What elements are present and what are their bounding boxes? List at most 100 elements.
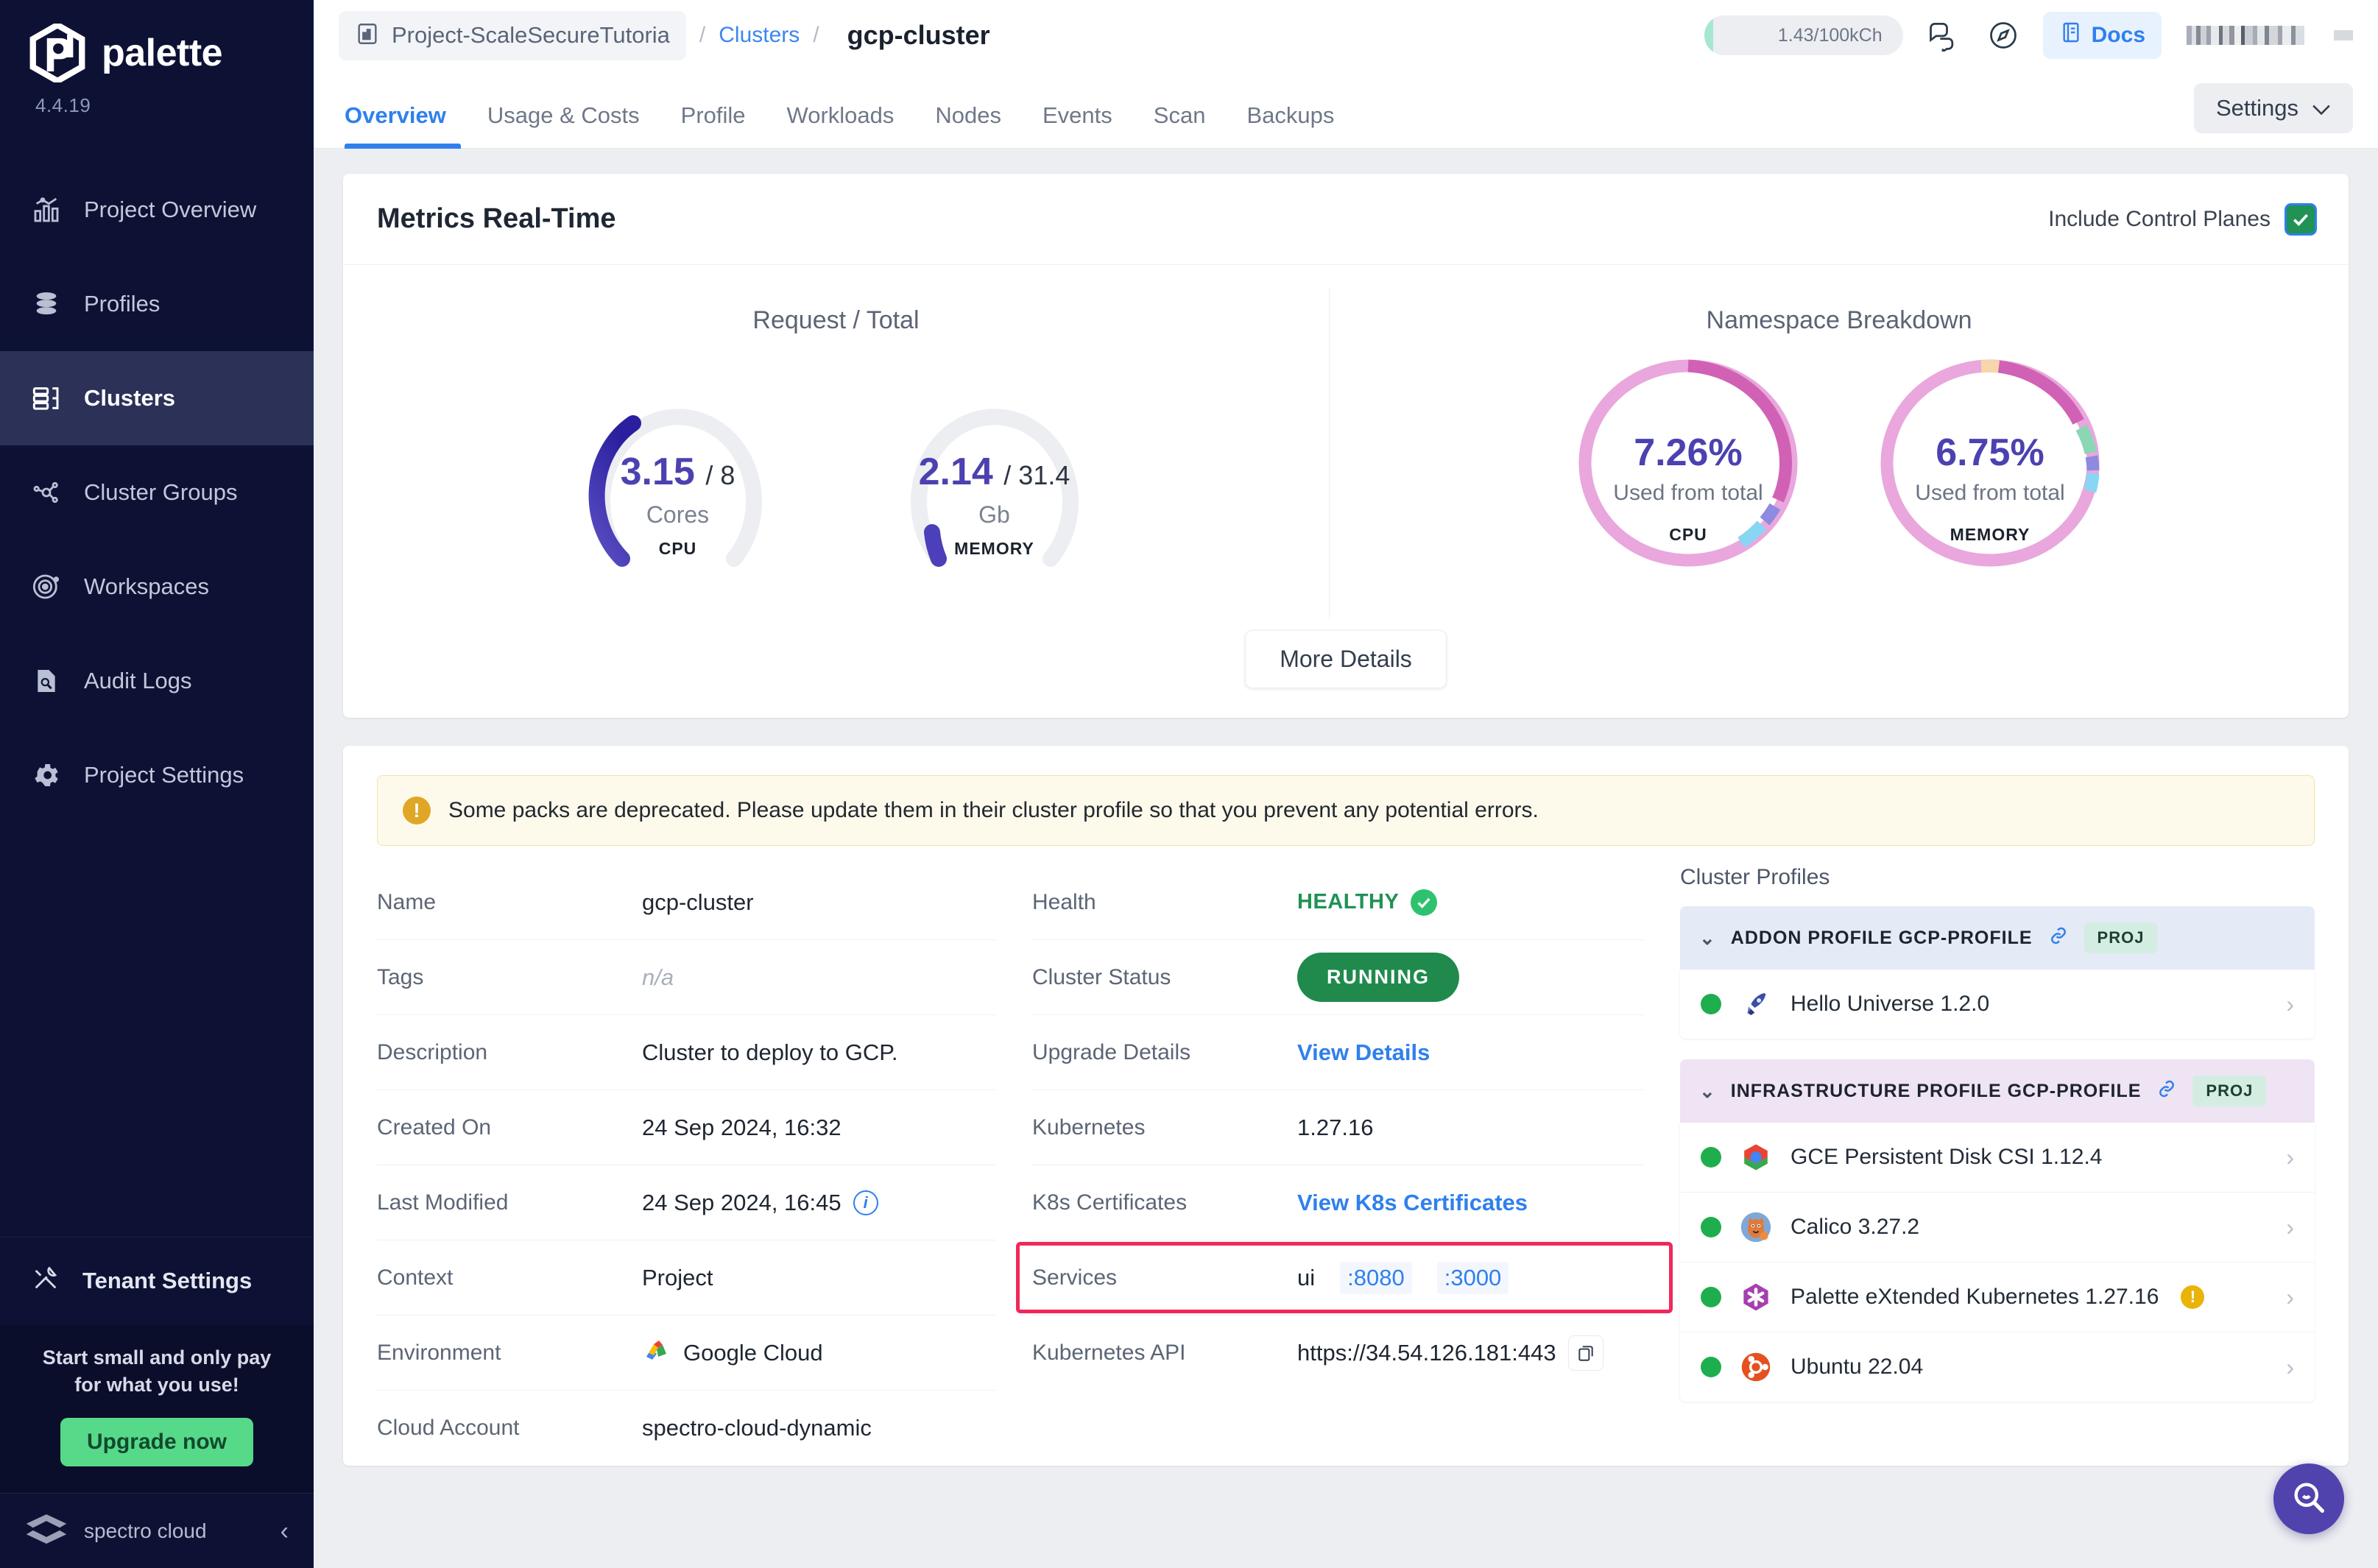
detail-value: 24 Sep 2024, 16:32 bbox=[642, 1115, 842, 1141]
detail-key: Kubernetes bbox=[1032, 1115, 1297, 1140]
sidebar-item-audit-logs[interactable]: Audit Logs bbox=[0, 634, 314, 728]
warning-exclamation-icon: ! bbox=[403, 797, 431, 824]
more-details-button[interactable]: More Details bbox=[1245, 630, 1447, 688]
donut-memory-readout: 6.75% Used from total MEMORY bbox=[1872, 431, 2108, 545]
sidebar-nav: Project Overview Profiles Clusters bbox=[0, 163, 314, 822]
spectro-cloud-name: spectro cloud bbox=[84, 1519, 207, 1543]
service-port-8080[interactable]: :8080 bbox=[1340, 1262, 1412, 1294]
sidebar-item-project-settings[interactable]: Project Settings bbox=[0, 728, 314, 822]
detail-key: Environment bbox=[377, 1341, 642, 1366]
sidebar-item-cluster-groups[interactable]: Cluster Groups bbox=[0, 445, 314, 540]
tab-overview[interactable]: Overview bbox=[339, 102, 467, 148]
tab-workloads[interactable]: Workloads bbox=[766, 102, 915, 148]
page-title: gcp-cluster bbox=[847, 20, 990, 51]
detail-row-context: Context Project bbox=[377, 1240, 995, 1316]
chevron-right-icon[interactable]: › bbox=[2286, 1214, 2294, 1241]
cluster-profile-pack-name: Palette eXtended Kubernetes 1.27.16 bbox=[1790, 1285, 2159, 1310]
include-control-planes-toggle[interactable]: Include Control Planes bbox=[2048, 205, 2315, 233]
tab-profile[interactable]: Profile bbox=[660, 102, 766, 148]
request-total-section: Request / Total bbox=[343, 287, 1330, 618]
document-search-icon bbox=[31, 665, 62, 696]
gauge-memory: 2.14 / 31.4 Gb MEMORY bbox=[873, 361, 1116, 593]
link-icon[interactable] bbox=[2047, 925, 2070, 952]
breadcrumb-clusters-link[interactable]: Clusters bbox=[719, 23, 800, 48]
credits-value: 1.43/100kCh bbox=[1778, 25, 1883, 46]
credits-pill[interactable]: 1.43/100kCh bbox=[1704, 15, 1903, 55]
detail-value-wrap: https://34.54.126.181:443 bbox=[1297, 1335, 1603, 1371]
breadcrumb-separator-1: / bbox=[699, 23, 705, 48]
top-bar-right: 1.43/100kCh bbox=[1704, 12, 2353, 59]
sidebar-item-clusters[interactable]: Clusters bbox=[0, 351, 314, 445]
namespace-breakdown-title: Namespace Breakdown bbox=[1330, 306, 2349, 335]
more-details-wrapper: More Details bbox=[343, 618, 2349, 718]
detail-value: Project bbox=[642, 1265, 713, 1291]
gauge-group: 3.15 / 8 Cores CPU bbox=[343, 361, 1329, 593]
chevron-right-icon[interactable]: › bbox=[2286, 1354, 2294, 1381]
sidebar-item-workspaces[interactable]: Workspaces bbox=[0, 540, 314, 634]
detail-value: spectro-cloud-dynamic bbox=[642, 1415, 872, 1441]
status-dot-healthy bbox=[1701, 1287, 1721, 1307]
cluster-profile-group-header-infra[interactable]: ⌄ INFRASTRUCTURE PROFILE GCP-PROFILE PRO… bbox=[1680, 1059, 2315, 1123]
tab-events[interactable]: Events bbox=[1022, 102, 1133, 148]
chevron-down-icon bbox=[2312, 95, 2331, 121]
gauge-cpu-svg bbox=[557, 361, 800, 590]
sidebar-item-tenant-settings[interactable]: Tenant Settings bbox=[0, 1237, 314, 1325]
cluster-profile-item[interactable]: Palette eXtended Kubernetes 1.27.16 ! › bbox=[1680, 1262, 2315, 1332]
sidebar-item-project-overview[interactable]: Project Overview bbox=[0, 163, 314, 257]
cluster-profile-item[interactable]: Calico 3.27.2 › bbox=[1680, 1193, 2315, 1262]
cluster-profile-item[interactable]: Ubuntu 22.04 › bbox=[1680, 1332, 2315, 1402]
detail-row-tags: Tags n/a bbox=[377, 940, 995, 1015]
service-name: ui bbox=[1297, 1265, 1315, 1291]
chat-bubbles-icon[interactable] bbox=[1922, 15, 1964, 56]
tab-backups[interactable]: Backups bbox=[1226, 102, 1355, 148]
chevron-down-icon[interactable]: ⌄ bbox=[1699, 927, 1716, 950]
chevron-left-icon[interactable]: ‹ bbox=[281, 1519, 289, 1544]
docs-label: Docs bbox=[2092, 23, 2145, 48]
chevron-down-icon[interactable]: ⌄ bbox=[1699, 1080, 1716, 1103]
copy-icon[interactable] bbox=[1568, 1335, 1603, 1371]
tab-scan[interactable]: Scan bbox=[1133, 102, 1227, 148]
info-icon[interactable]: i bbox=[853, 1190, 878, 1215]
detail-column-left: Name gcp-cluster Tags n/a Description Cl… bbox=[377, 865, 995, 1466]
view-details-link[interactable]: View Details bbox=[1297, 1039, 1430, 1066]
chevron-right-icon[interactable]: › bbox=[2286, 991, 2294, 1018]
palette-logo-icon bbox=[29, 24, 85, 82]
detail-columns: Name gcp-cluster Tags n/a Description Cl… bbox=[377, 846, 2315, 1466]
checkbox-checked-icon[interactable] bbox=[2287, 205, 2315, 233]
compass-icon[interactable] bbox=[1983, 15, 2024, 56]
donut-cpu-sublabel: Used from total bbox=[1570, 481, 1806, 506]
search-fab[interactable] bbox=[2273, 1463, 2344, 1534]
cluster-profile-item[interactable]: GCE Persistent Disk CSI 1.12.4 › bbox=[1680, 1123, 2315, 1193]
metrics-title: Metrics Real-Time bbox=[377, 203, 616, 235]
detail-column-middle: Health HEALTHY Cluster Status bbox=[1032, 865, 1643, 1466]
brand-logo[interactable]: palette bbox=[0, 0, 314, 82]
detail-key: Cluster Status bbox=[1032, 965, 1297, 990]
tab-nodes[interactable]: Nodes bbox=[914, 102, 1022, 148]
donut-cpu-caption: CPU bbox=[1570, 525, 1806, 545]
cluster-profile-item[interactable]: Hello Universe 1.2.0 › bbox=[1680, 970, 2315, 1039]
service-port-3000[interactable]: :3000 bbox=[1437, 1262, 1509, 1294]
link-icon[interactable] bbox=[2156, 1078, 2178, 1105]
sidebar-item-profiles[interactable]: Profiles bbox=[0, 257, 314, 351]
cluster-details-card: ! Some packs are deprecated. Please upda… bbox=[343, 746, 2349, 1466]
upgrade-now-button[interactable]: Upgrade now bbox=[60, 1418, 253, 1466]
promo-text: Start small and only pay for what you us… bbox=[29, 1344, 284, 1399]
tab-usage-costs[interactable]: Usage & Costs bbox=[467, 102, 660, 148]
chevron-right-icon[interactable]: › bbox=[2286, 1144, 2294, 1171]
settings-button[interactable]: Settings bbox=[2194, 83, 2353, 133]
view-k8s-certificates-link[interactable]: View K8s Certificates bbox=[1297, 1190, 1528, 1216]
status-badge: RUNNING bbox=[1297, 953, 1459, 1002]
docs-button[interactable]: Docs bbox=[2043, 12, 2162, 59]
breadcrumb-project-chip[interactable]: Project-ScaleSecureTutoria bbox=[339, 11, 686, 60]
chevron-right-icon[interactable]: › bbox=[2286, 1284, 2294, 1311]
cluster-profile-list-infra: GCE Persistent Disk CSI 1.12.4 › bbox=[1680, 1123, 2315, 1402]
donut-memory-percent: 6.75% bbox=[1872, 431, 2108, 475]
sidebar-footer: spectro cloud ‹ bbox=[0, 1493, 314, 1568]
rocket-icon bbox=[1739, 987, 1773, 1021]
status-dot-healthy bbox=[1701, 994, 1721, 1014]
deprecated-warning-icon: ! bbox=[2181, 1285, 2204, 1309]
user-menu-redacted bbox=[2334, 30, 2353, 40]
donut-memory: 6.75% Used from total MEMORY bbox=[1872, 353, 2108, 577]
cluster-profile-group-header-addon[interactable]: ⌄ ADDON PROFILE GCP-PROFILE PROJ bbox=[1680, 906, 2315, 970]
cluster-profiles-panel: Cluster Profiles ⌄ ADDON PROFILE GCP-PRO… bbox=[1680, 865, 2315, 1466]
